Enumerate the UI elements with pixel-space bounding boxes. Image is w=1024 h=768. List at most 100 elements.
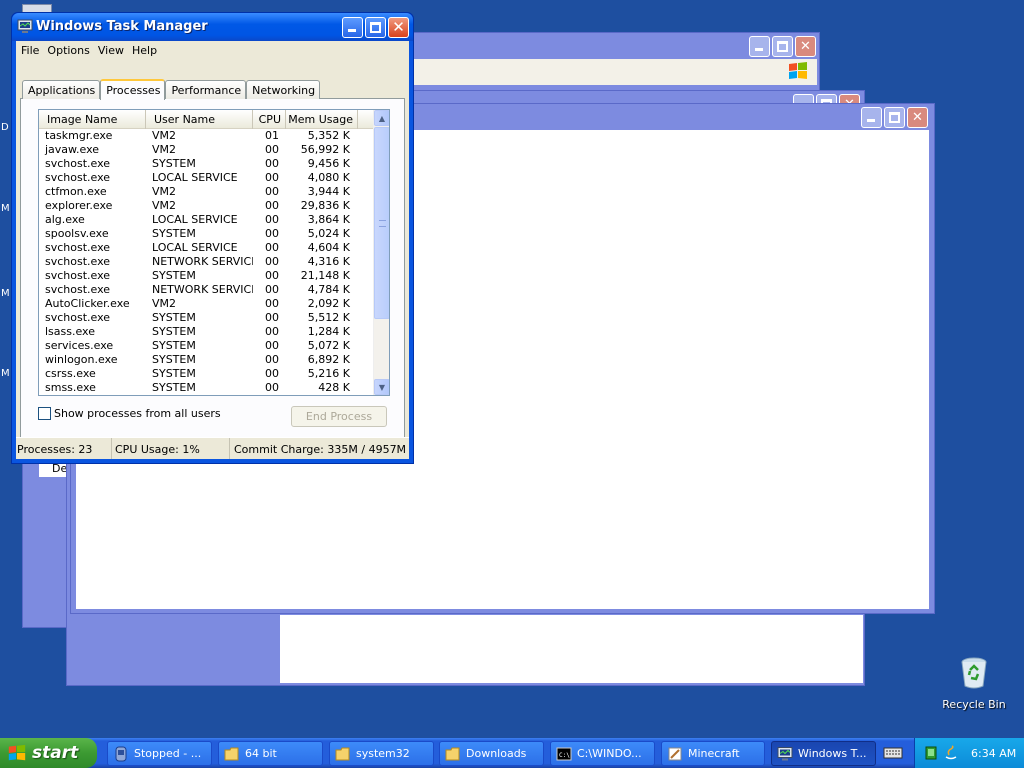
show-all-users-checkbox[interactable]: [38, 407, 51, 420]
vertical-scrollbar[interactable]: ▲ ▼: [373, 110, 389, 395]
column-mem-usage[interactable]: Mem Usage: [286, 110, 358, 129]
minimize-button[interactable]: [749, 36, 770, 57]
process-row[interactable]: svchost.exe NETWORK SERVICE 00 4,784 K: [39, 283, 373, 297]
process-row[interactable]: svchost.exe LOCAL SERVICE 00 4,604 K: [39, 241, 373, 255]
scroll-down-button[interactable]: ▼: [374, 379, 389, 395]
taskbar-button[interactable]: Minecraft: [661, 741, 765, 766]
menu-help[interactable]: Help: [129, 41, 162, 60]
process-row[interactable]: svchost.exe SYSTEM 00 21,148 K: [39, 269, 373, 283]
process-row[interactable]: spoolsv.exe SYSTEM 00 5,024 K: [39, 227, 373, 241]
close-button[interactable]: ✕: [907, 107, 928, 128]
process-row[interactable]: alg.exe LOCAL SERVICE 00 3,864 K: [39, 213, 373, 227]
process-cpu: 00: [265, 269, 279, 282]
menu-options[interactable]: Options: [44, 41, 94, 60]
taskbar-button[interactable]: C:\ C:\WINDO...: [550, 741, 655, 766]
process-row[interactable]: smss.exe SYSTEM 00 428 K: [39, 381, 373, 395]
process-row[interactable]: AutoClicker.exe VM2 00 2,092 K: [39, 297, 373, 311]
tab-networking[interactable]: Networking: [246, 80, 321, 99]
process-mem-usage: 428 K: [318, 381, 350, 394]
taskbar-button[interactable]: Stopped - ...: [107, 741, 212, 766]
process-row[interactable]: services.exe SYSTEM 00 5,072 K: [39, 339, 373, 353]
process-mem-usage: 4,080 K: [307, 171, 350, 184]
clock[interactable]: 6:34 AM: [971, 747, 1016, 760]
process-row[interactable]: ctfmon.exe VM2 00 3,944 K: [39, 185, 373, 199]
processes-panel: Image Name User Name CPU Mem Usage taskm…: [20, 98, 405, 443]
taskbar-button-label: Windows T...: [798, 747, 867, 760]
tab-applications[interactable]: Applications: [22, 80, 101, 99]
process-image-name: lsass.exe: [45, 325, 95, 338]
process-user-name: SYSTEM: [152, 339, 196, 352]
process-cpu: 00: [265, 325, 279, 338]
title-bar[interactable]: Windows Task Manager ✕: [12, 13, 413, 41]
taskbar-button-label: Downloads: [466, 747, 527, 760]
desktop-icon-label-fragment[interactable]: M: [1, 368, 10, 379]
process-row[interactable]: winlogon.exe SYSTEM 00 6,892 K: [39, 353, 373, 367]
process-list[interactable]: Image Name User Name CPU Mem Usage taskm…: [38, 109, 390, 396]
maximize-button[interactable]: [772, 36, 793, 57]
process-cpu: 00: [265, 241, 279, 254]
process-row[interactable]: lsass.exe SYSTEM 00 1,284 K: [39, 325, 373, 339]
taskbar-button[interactable]: Downloads: [439, 741, 544, 766]
process-image-name: taskmgr.exe: [45, 129, 113, 142]
maximize-button[interactable]: [365, 17, 386, 38]
process-row[interactable]: taskmgr.exe VM2 01 5,352 K: [39, 129, 373, 143]
process-row[interactable]: javaw.exe VM2 00 56,992 K: [39, 143, 373, 157]
minimize-button[interactable]: [861, 107, 882, 128]
process-row[interactable]: svchost.exe SYSTEM 00 9,456 K: [39, 157, 373, 171]
end-process-button[interactable]: End Process: [291, 406, 387, 427]
minimize-button[interactable]: [342, 17, 363, 38]
process-mem-usage: 4,784 K: [307, 283, 350, 296]
system-tray: 6:34 AM: [914, 738, 1024, 768]
process-image-name: smss.exe: [45, 381, 96, 394]
desktop-icon-label-fragment[interactable]: M: [1, 203, 10, 214]
taskbar-button-label: Stopped - ...: [134, 747, 202, 760]
process-list-header: Image Name User Name CPU Mem Usage: [39, 110, 373, 129]
desktop-icon-label-fragment[interactable]: D: [1, 122, 9, 133]
menu-view[interactable]: View: [95, 41, 129, 60]
tab-processes[interactable]: Processes: [100, 79, 166, 100]
process-mem-usage: 6,892 K: [307, 353, 350, 366]
keyboard-icon[interactable]: [883, 745, 903, 761]
menu-file[interactable]: File: [18, 41, 44, 60]
network-icon[interactable]: [925, 745, 939, 761]
process-row[interactable]: explorer.exe VM2 00 29,836 K: [39, 199, 373, 213]
process-row[interactable]: csrss.exe SYSTEM 00 5,216 K: [39, 367, 373, 381]
taskbar: start Stopped - ... 64 bit system32 Downloa…: [0, 738, 1024, 768]
tab-performance[interactable]: Performance: [165, 80, 247, 99]
maximize-button[interactable]: [884, 107, 905, 128]
process-row[interactable]: svchost.exe LOCAL SERVICE 00 4,080 K: [39, 171, 373, 185]
column-user-name[interactable]: User Name: [146, 110, 253, 129]
show-all-users-option[interactable]: Show processes from all users: [38, 407, 221, 420]
recycle-bin-icon: [961, 657, 987, 689]
background-window-3-content: [280, 615, 863, 683]
background-window-1[interactable]: ✕: [400, 32, 820, 92]
process-image-name: alg.exe: [45, 213, 85, 226]
process-user-name: LOCAL SERVICE: [152, 213, 238, 226]
process-row[interactable]: svchost.exe NETWORK SERVICE 00 4,316 K: [39, 255, 373, 269]
taskbar-button[interactable]: Windows T...: [771, 741, 876, 766]
close-button[interactable]: ✕: [795, 36, 816, 57]
process-mem-usage: 5,072 K: [307, 339, 350, 352]
process-user-name: SYSTEM: [152, 227, 196, 240]
taskbar-button-label: system32: [356, 747, 410, 760]
java-icon[interactable]: [943, 745, 959, 761]
task-manager-window[interactable]: Windows Task Manager ✕ File Options View…: [11, 12, 414, 464]
process-user-name: SYSTEM: [152, 367, 196, 380]
process-user-name: VM2: [152, 185, 177, 198]
recycle-bin[interactable]: Recycle Bin: [940, 656, 1008, 711]
process-cpu: 01: [265, 129, 279, 142]
scroll-up-button[interactable]: ▲: [374, 110, 389, 126]
column-cpu[interactable]: CPU: [253, 110, 286, 129]
task-manager-app-icon[interactable]: [17, 19, 33, 34]
taskbar-button-label: C:\WINDO...: [577, 747, 642, 760]
taskbar-button[interactable]: 64 bit: [218, 741, 323, 766]
taskbar-button[interactable]: system32: [329, 741, 434, 766]
process-image-name: javaw.exe: [45, 143, 100, 156]
process-image-name: svchost.exe: [45, 241, 111, 254]
close-button[interactable]: ✕: [388, 17, 409, 38]
column-image-name[interactable]: Image Name: [39, 110, 146, 129]
start-button[interactable]: start: [0, 738, 97, 768]
scroll-thumb[interactable]: [374, 127, 389, 319]
process-row[interactable]: svchost.exe SYSTEM 00 5,512 K: [39, 311, 373, 325]
desktop-icon-label-fragment[interactable]: M: [1, 288, 10, 299]
